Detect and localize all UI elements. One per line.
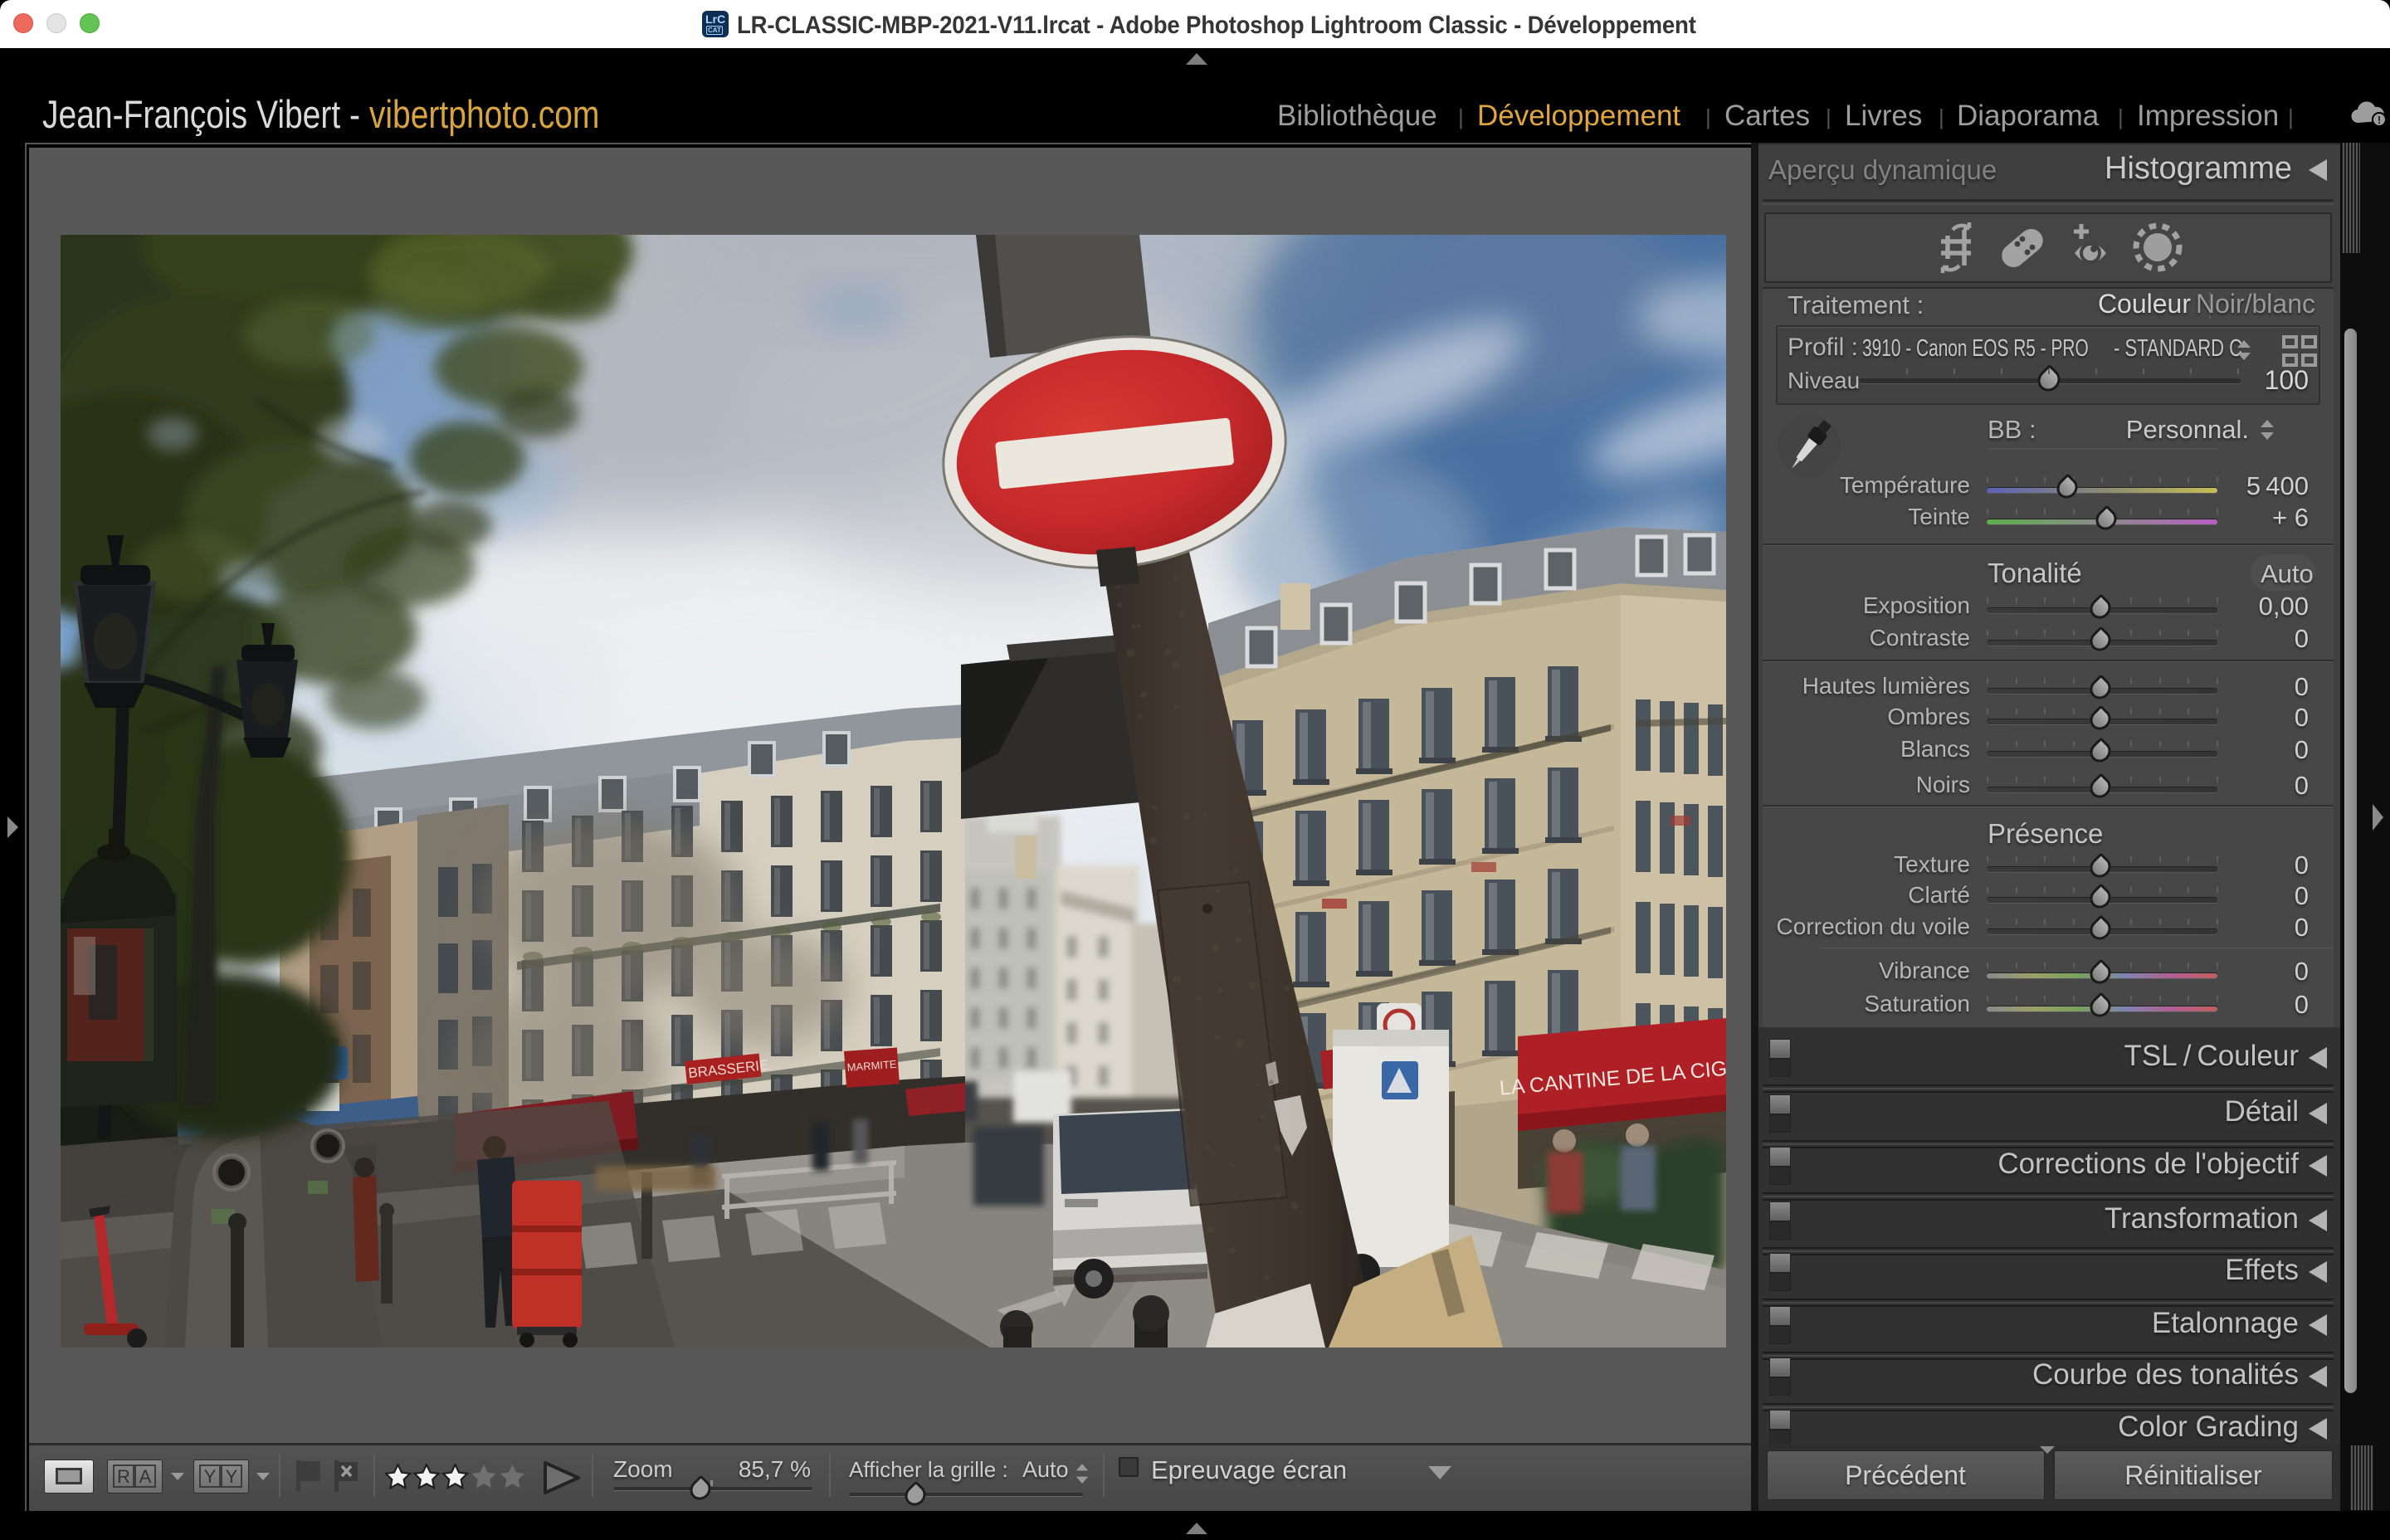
- svg-text:!: !: [2378, 114, 2381, 126]
